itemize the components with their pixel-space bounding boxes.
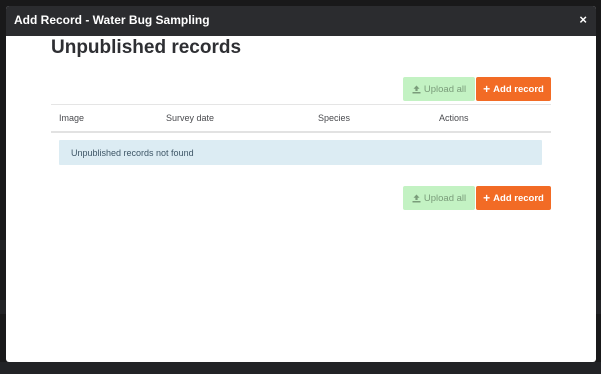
add-record-button-bottom[interactable]: + Add record [476,186,551,210]
plus-icon: + [483,82,491,96]
column-header-species: Species [318,113,351,123]
page-title: Unpublished records [51,37,242,58]
add-record-label: Add record [493,192,544,204]
empty-records-alert: Unpublished records not found [59,140,542,165]
upload-all-label: Upload all [423,83,467,95]
table-header-divider [51,131,551,133]
column-header-actions: Actions [439,113,469,123]
backdrop-band [0,362,601,374]
plus-icon: + [483,191,491,205]
modal-title: Add Record - Water Bug Sampling [14,13,210,27]
upload-icon [412,194,421,203]
upload-all-button[interactable]: Upload all [403,77,475,101]
upload-icon [412,85,421,94]
empty-records-message: Unpublished records not found [71,147,194,158]
close-icon[interactable]: × [579,13,587,26]
add-record-modal: Add Record - Water Bug Sampling × Unpubl… [6,6,596,362]
table-divider [51,104,551,105]
add-record-button[interactable]: + Add record [476,77,551,101]
column-header-image: Image [59,113,85,123]
upload-all-label: Upload all [423,192,467,204]
column-header-survey-date: Survey date [166,113,215,123]
add-record-label: Add record [493,83,544,95]
modal-header: Add Record - Water Bug Sampling × [6,6,596,36]
upload-all-button-bottom[interactable]: Upload all [403,186,475,210]
